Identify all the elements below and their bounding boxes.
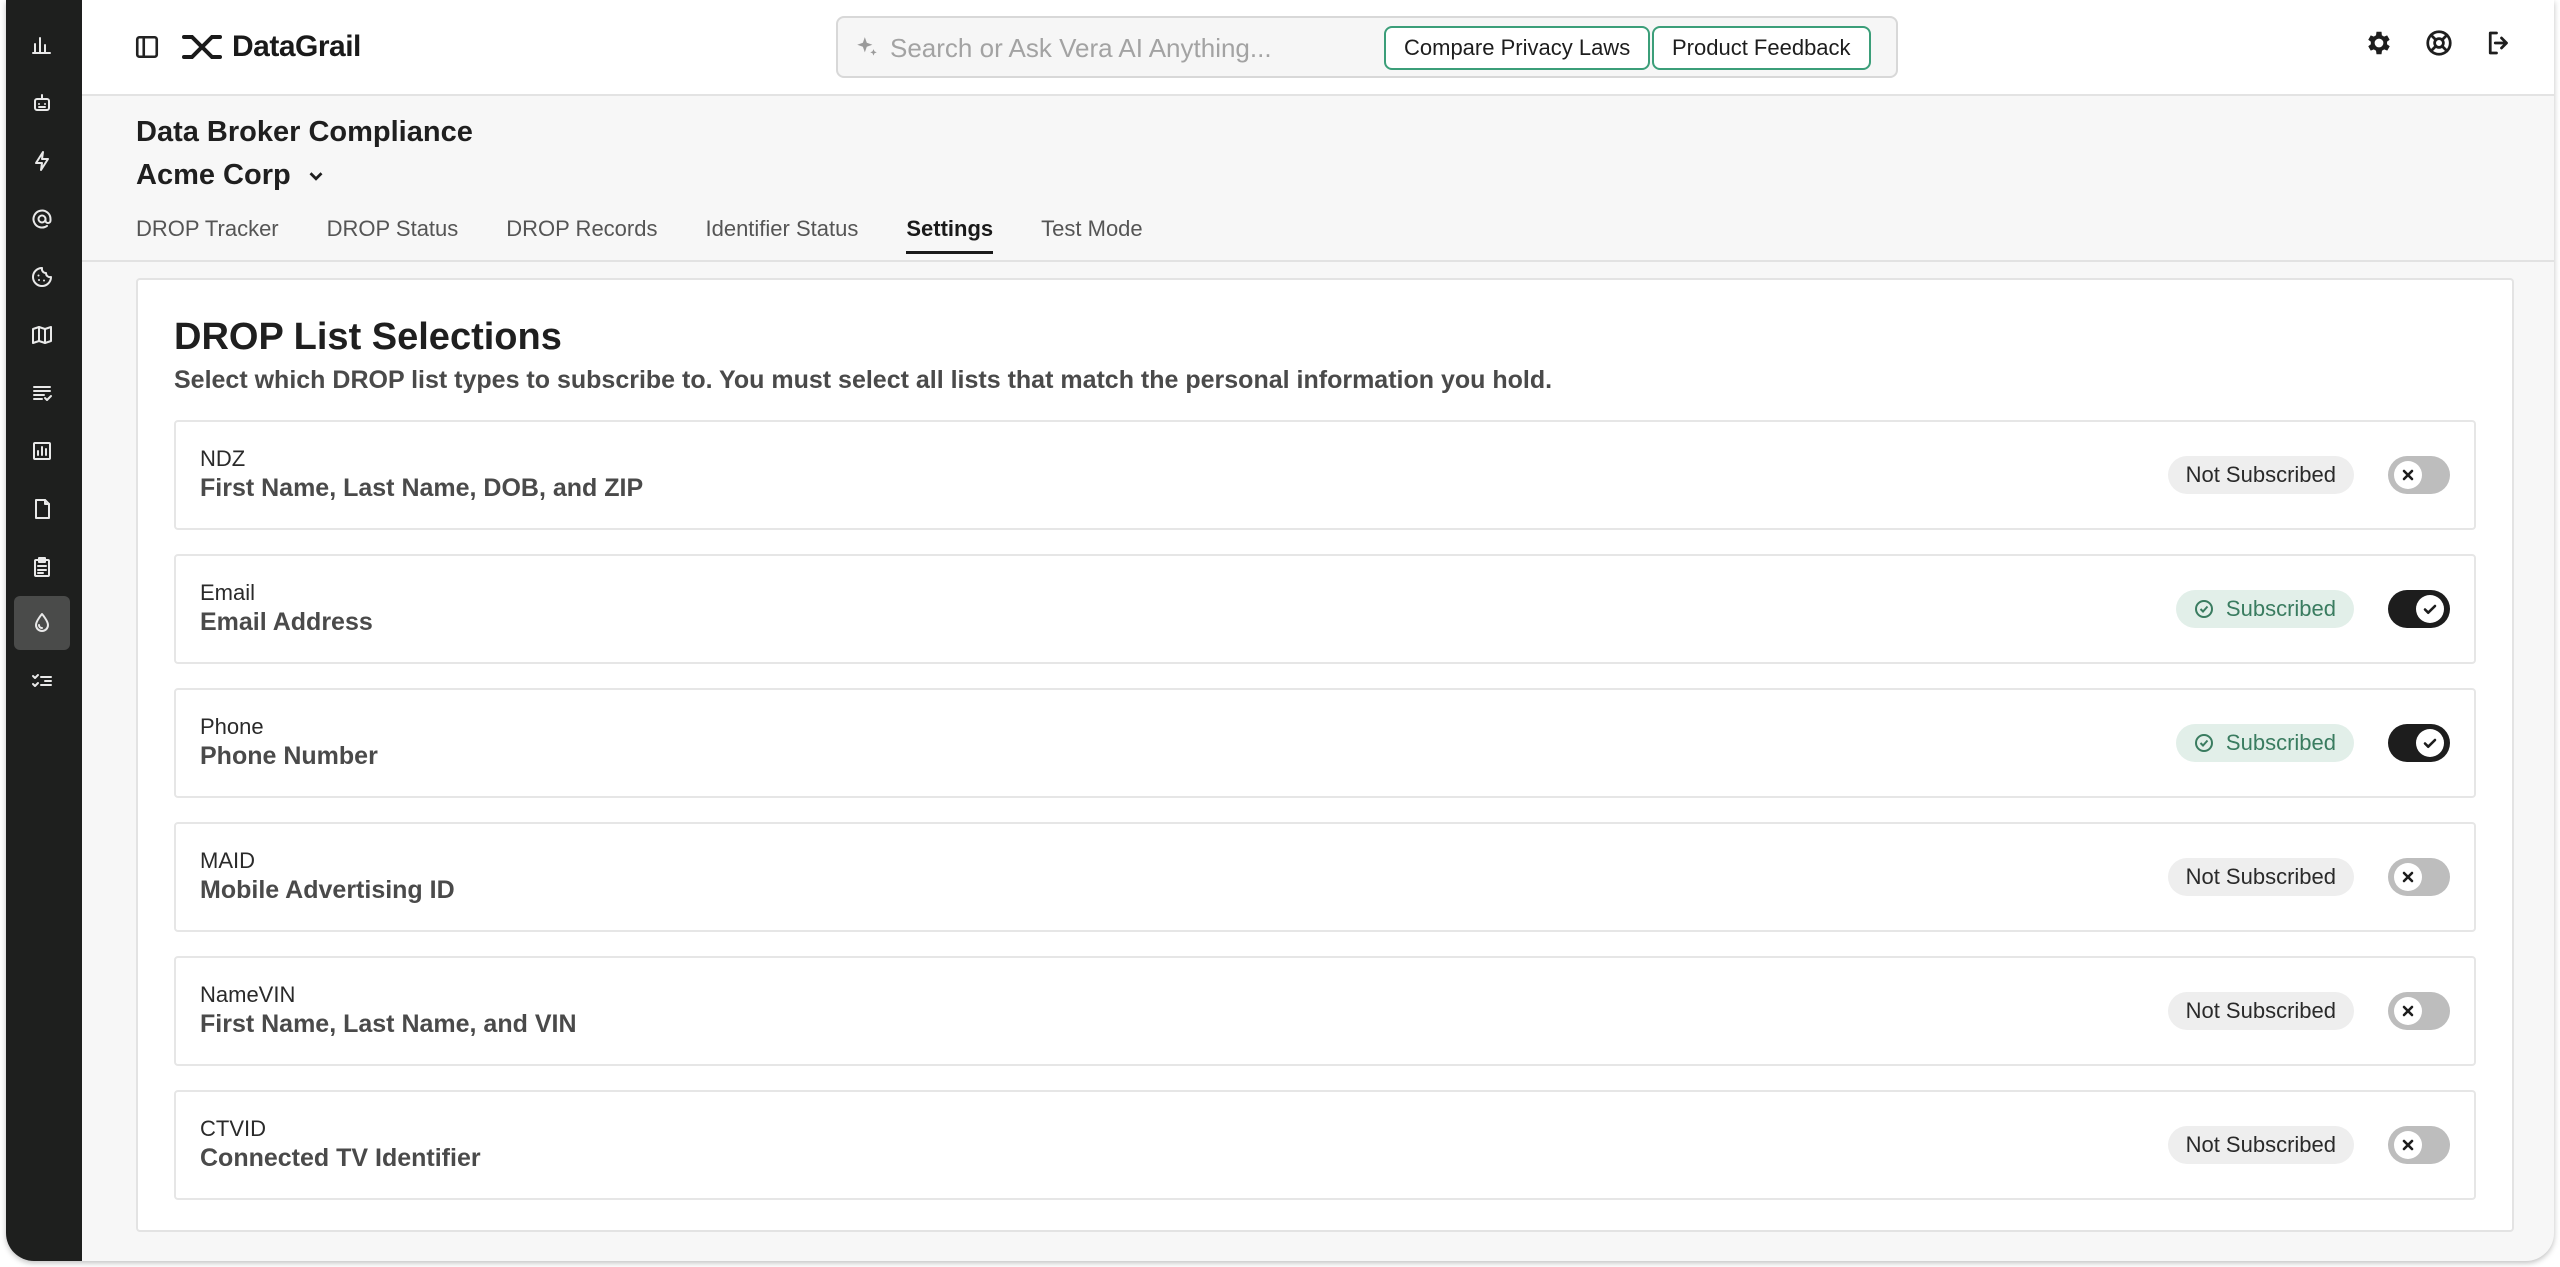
- list-type: NDZ: [200, 446, 246, 471]
- settings-button[interactable]: [2364, 28, 2394, 58]
- compare-privacy-laws-button[interactable]: Compare Privacy Laws: [1384, 26, 1651, 70]
- datagrail-logo-icon: [182, 35, 222, 59]
- list-description: Email Address: [200, 608, 373, 636]
- chevron-down-icon: [309, 171, 323, 181]
- tab-divider: [82, 260, 2554, 262]
- x-icon: [2402, 1005, 2414, 1017]
- sidebar-panel-icon: [135, 35, 159, 59]
- tab-bar: DROP Tracker DROP Status DROP Records Id…: [136, 216, 1191, 254]
- list-check-icon: [33, 386, 52, 401]
- list-item-phone: Phone Phone Number Subscribed: [174, 688, 2476, 798]
- search-bar: Compare Privacy Laws Product Feedback: [836, 16, 1898, 78]
- page-title: Data Broker Compliance: [136, 116, 473, 148]
- subscription-toggle[interactable]: [2388, 1126, 2450, 1164]
- list-description: Phone Number: [200, 742, 378, 770]
- logout-icon: [2488, 31, 2508, 55]
- nav-policies[interactable]: [14, 366, 70, 420]
- check-icon: [2423, 738, 2437, 748]
- map-icon: [32, 326, 52, 344]
- sparkle-icon: [854, 35, 880, 61]
- list-type: NameVIN: [200, 982, 296, 1007]
- gear-icon: [2368, 31, 2390, 55]
- list-description: First Name, Last Name, DOB, and ZIP: [200, 474, 644, 502]
- document-icon: [35, 499, 50, 519]
- check-circle-icon: [2194, 600, 2213, 618]
- clipboard-icon: [34, 557, 50, 577]
- drop-list-selections-card: DROP List Selections Select which DROP l…: [136, 278, 2514, 1232]
- status-badge: Not Subscribed: [2167, 456, 2354, 494]
- checklist-icon: [32, 674, 52, 687]
- subscription-toggle[interactable]: [2388, 858, 2450, 896]
- x-icon: [2402, 469, 2414, 481]
- tab-drop-records[interactable]: DROP Records: [506, 216, 657, 252]
- tab-test-mode[interactable]: Test Mode: [1041, 216, 1143, 252]
- status-badge: Not Subscribed: [2167, 992, 2354, 1030]
- brand-logo[interactable]: DataGrail: [180, 28, 361, 66]
- check-circle-icon: [2194, 734, 2213, 752]
- cookie-icon: [32, 267, 52, 287]
- nav-tasks[interactable]: [14, 654, 70, 708]
- nav-documents[interactable]: [14, 482, 70, 536]
- help-button[interactable]: [2424, 28, 2454, 58]
- list-item-maid: MAID Mobile Advertising ID Not Subscribe…: [174, 822, 2476, 932]
- list-type: Email: [200, 580, 256, 605]
- org-name: Acme Corp: [136, 159, 291, 191]
- status-badge: Subscribed: [2175, 590, 2354, 628]
- page-header: Data Broker Compliance Acme Corp: [136, 116, 473, 192]
- subscription-toggle[interactable]: [2388, 590, 2450, 628]
- tab-drop-tracker[interactable]: DROP Tracker: [136, 216, 279, 252]
- nav-reports[interactable]: [14, 424, 70, 478]
- top-actions: [2364, 28, 2514, 58]
- lightning-icon: [35, 151, 49, 171]
- bar-chart-icon: [32, 37, 51, 54]
- list-description: Connected TV Identifier: [200, 1144, 481, 1172]
- tab-drop-status[interactable]: DROP Status: [327, 216, 459, 252]
- product-feedback-button[interactable]: Product Feedback: [1652, 26, 1871, 70]
- robot-icon: [34, 94, 50, 111]
- subscription-toggle[interactable]: [2388, 724, 2450, 762]
- list-type: CTVID: [200, 1116, 266, 1141]
- droplet-icon: [35, 613, 49, 632]
- tab-settings[interactable]: Settings: [906, 216, 993, 254]
- card-title: DROP List Selections: [174, 316, 562, 358]
- list-description: First Name, Last Name, and VIN: [200, 1010, 577, 1038]
- logout-button[interactable]: [2484, 28, 2514, 58]
- card-subtitle: Select which DROP list types to subscrib…: [174, 366, 1553, 394]
- status-badge: Not Subscribed: [2167, 1126, 2354, 1164]
- subscription-toggle[interactable]: [2388, 456, 2450, 494]
- list-item-ndz: NDZ First Name, Last Name, DOB, and ZIP …: [174, 420, 2476, 530]
- x-icon: [2402, 1139, 2414, 1151]
- list-item-email: Email Email Address Subscribed: [174, 554, 2476, 664]
- report-chart-icon: [33, 442, 51, 460]
- top-bar: DataGrail Compare Privacy Laws Product F…: [82, 0, 2554, 96]
- status-badge: Subscribed: [2175, 724, 2354, 762]
- x-icon: [2402, 871, 2414, 883]
- at-sign-icon: [32, 209, 52, 229]
- sidebar-toggle-button[interactable]: [134, 34, 160, 60]
- list-item-namevin: NameVIN First Name, Last Name, and VIN N…: [174, 956, 2476, 1066]
- nav-vera-ai[interactable]: [14, 76, 70, 130]
- status-badge: Not Subscribed: [2167, 858, 2354, 896]
- check-icon: [2423, 604, 2437, 614]
- lifebuoy-icon: [2426, 30, 2452, 56]
- brand-name: DataGrail: [232, 30, 361, 63]
- list-item-ctvid: CTVID Connected TV Identifier Not Subscr…: [174, 1090, 2476, 1200]
- nav-analytics[interactable]: [14, 18, 70, 72]
- nav-automations[interactable]: [14, 134, 70, 188]
- nav-data-broker[interactable]: [14, 596, 70, 650]
- list-type: Phone: [200, 714, 264, 739]
- left-nav-rail: [6, 0, 82, 1261]
- tab-identifier-status[interactable]: Identifier Status: [705, 216, 858, 252]
- subscription-toggle[interactable]: [2388, 992, 2450, 1030]
- nav-assessments[interactable]: [14, 540, 70, 594]
- list-type: MAID: [200, 848, 255, 873]
- search-input[interactable]: [890, 30, 1370, 66]
- list-description: Mobile Advertising ID: [200, 876, 455, 904]
- nav-consent[interactable]: [14, 250, 70, 304]
- app-window: DataGrail Compare Privacy Laws Product F…: [6, 0, 2554, 1261]
- org-selector[interactable]: Acme Corp: [136, 159, 473, 192]
- nav-data-map[interactable]: [14, 308, 70, 362]
- nav-requests[interactable]: [14, 192, 70, 246]
